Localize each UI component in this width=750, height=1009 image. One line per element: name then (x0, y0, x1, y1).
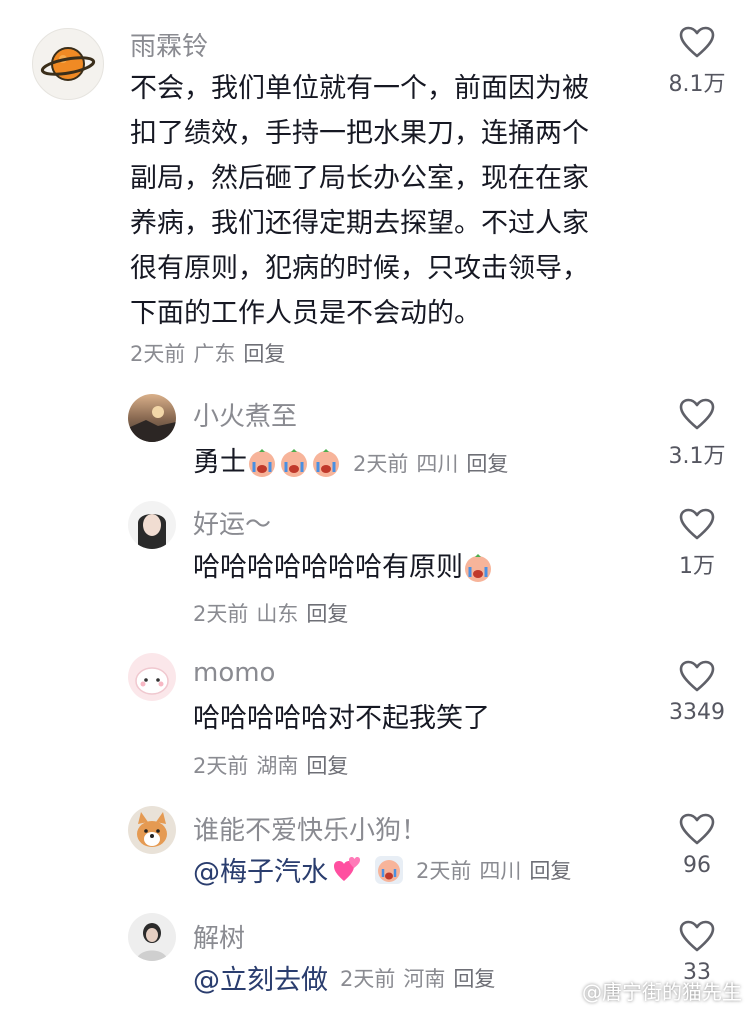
username[interactable]: 小火煮至 (193, 396, 297, 433)
like-button[interactable]: 3349 (652, 660, 742, 725)
username[interactable]: 谁能不爱快乐小狗！ (193, 810, 427, 847)
avatar[interactable] (128, 501, 176, 549)
crying-face-emoji (375, 855, 403, 884)
planet-icon (40, 47, 96, 81)
comment-text-line: 扣了绩效，手持一把水果刀，连捅两个 (130, 118, 589, 149)
username[interactable]: 雨霖铃 (130, 26, 208, 63)
location: 湖南 (256, 754, 299, 778)
comment-text-line: 很有原则，犯病的时候，只攻击领导， (130, 253, 589, 284)
person-photo-icon (136, 923, 168, 961)
crying-face-emoji (249, 448, 275, 477)
location: 河南 (403, 966, 446, 991)
mention-link[interactable]: @立刻去做 (193, 958, 328, 997)
crying-face-emoji (465, 553, 491, 582)
avatar[interactable] (32, 28, 104, 100)
comment-meta: 2天前 四川 回复 (353, 448, 516, 478)
crying-face-emoji (281, 448, 307, 477)
heart-outline-icon (679, 660, 715, 692)
comment-meta: 2天前 广东 回复 (130, 338, 293, 368)
comment-meta: 2天前 四川 回复 (416, 855, 579, 885)
avatar[interactable] (128, 806, 176, 854)
hearts-emoji (334, 856, 360, 881)
timestamp: 2天前 (193, 754, 249, 778)
comment-text: 勇士 (193, 447, 247, 478)
heart-outline-icon (679, 508, 715, 540)
comment-text-row: 哈哈哈哈哈哈哈有原则 (193, 545, 495, 590)
comment-text: 哈哈哈哈哈哈哈有原则 (193, 552, 463, 583)
location: 四川 (479, 858, 522, 883)
heart-outline-icon (679, 26, 715, 58)
username[interactable]: momo (193, 658, 275, 688)
timestamp: 2天前 (416, 858, 472, 883)
timestamp: 2天前 (353, 451, 409, 476)
like-count: 3.1万 (668, 444, 726, 469)
reply-button[interactable]: 回复 (466, 452, 508, 476)
username[interactable]: 好运～ (193, 504, 271, 541)
comment-text-line: 下面的工作人员是不会动的。 (130, 298, 481, 329)
corgi-dog-icon (137, 812, 167, 847)
avatar[interactable] (128, 394, 176, 442)
heart-outline-icon (679, 398, 715, 430)
timestamp: 2天前 (193, 602, 249, 626)
location: 山东 (256, 602, 299, 626)
heart-outline-icon (679, 813, 715, 845)
avatar[interactable] (128, 913, 176, 961)
like-button[interactable]: 3.1万 (652, 398, 742, 470)
location: 广东 (193, 342, 236, 366)
like-count: 8.1万 (668, 72, 726, 97)
comment-text-row: @立刻去做 2天前 河南 回复 (193, 958, 503, 997)
heart-outline-icon (679, 920, 715, 952)
comment-text-line: 养病，我们还得定期去探望。不过人家 (130, 208, 589, 239)
comment-text-line: 不会，我们单位就有一个，前面因为被 (130, 73, 589, 104)
comment-meta: 2天前 湖南 回复 (193, 750, 356, 780)
comment-text: 哈哈哈哈哈对不起我笑了 (193, 703, 490, 734)
like-count: 96 (683, 853, 711, 878)
comment-text-row: @梅子汽水 2天前 四川 回复 (193, 850, 579, 889)
timestamp: 2天前 (130, 342, 186, 366)
cute-creature-icon (135, 667, 169, 695)
watermark: @唐宁街的猫先生 (582, 980, 742, 1004)
username[interactable]: 解树 (193, 918, 245, 955)
like-count: 1万 (679, 554, 715, 579)
comment-text: 不会，我们单位就有一个，前面因为被 扣了绩效，手持一把水果刀，连捅两个 副局，然… (130, 66, 650, 336)
like-button[interactable]: 1万 (652, 508, 742, 580)
reply-button[interactable]: 回复 (306, 602, 348, 626)
avatar[interactable] (128, 653, 176, 701)
mention-link[interactable]: @梅子汽水 (193, 850, 328, 889)
comment-text-line: 副局，然后砸了局长办公室，现在在家 (130, 163, 589, 194)
like-button[interactable]: 96 (652, 813, 742, 878)
comment-meta: 2天前 山东 回复 (193, 598, 356, 628)
girl-portrait-icon (138, 514, 166, 549)
location: 四川 (416, 451, 459, 476)
like-count: 3349 (669, 700, 725, 725)
crying-face-emoji (313, 448, 339, 477)
reply-button[interactable]: 回复 (529, 859, 571, 883)
sunset-photo-icon (128, 406, 176, 442)
reply-button[interactable]: 回复 (243, 342, 285, 366)
like-button[interactable]: 8.1万 (652, 26, 742, 98)
reply-button[interactable]: 回复 (306, 754, 348, 778)
reply-button[interactable]: 回复 (453, 967, 495, 991)
comment-meta: 2天前 河南 回复 (340, 963, 503, 993)
comment-text-row: 勇士 2天前 四川 回复 (193, 440, 516, 485)
timestamp: 2天前 (340, 966, 396, 991)
